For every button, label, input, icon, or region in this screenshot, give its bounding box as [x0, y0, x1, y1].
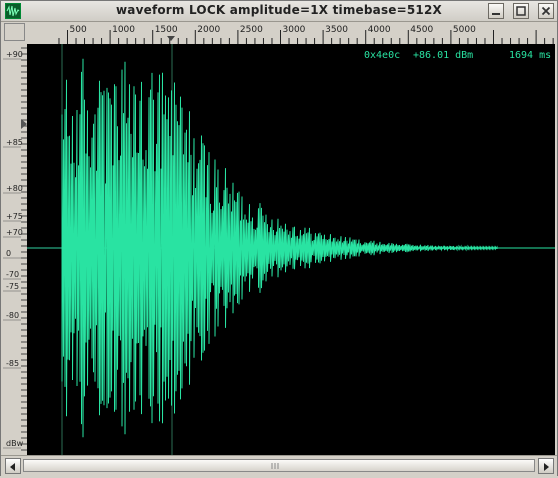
time-ruler-ticks: 500 1000 1500 2000 2500 3000 3500 4000 4500 5000 [58, 25, 554, 44]
arrow-left-icon [10, 463, 15, 471]
horizontal-scrollbar[interactable] [1, 455, 557, 476]
axis-label: -80 [6, 311, 19, 320]
ruler-label: 4500 [410, 25, 433, 35]
maximize-icon [516, 6, 526, 16]
ruler-label: 4000 [368, 25, 391, 35]
arrow-right-icon [544, 463, 549, 471]
axis-label: +75 [6, 212, 23, 221]
close-button[interactable] [538, 3, 554, 19]
waveform-trace [27, 44, 555, 455]
window-title: waveform LOCK amplitude=1X timebase=512X [116, 3, 442, 17]
ruler-label: 1500 [155, 25, 178, 35]
waveform-display[interactable]: 0x4e0c +86.01 dBm 1694 ms [27, 44, 555, 455]
minimize-icon [492, 13, 500, 15]
close-icon [541, 6, 551, 16]
ruler-label: 3500 [325, 25, 348, 35]
ruler-label: 1000 [112, 25, 135, 35]
scrollbar-thumb[interactable] [23, 459, 535, 472]
ruler-label: 5000 [453, 25, 476, 35]
scroll-right-button[interactable] [538, 458, 554, 474]
ruler-label: 3000 [283, 25, 306, 35]
ruler-label: 2500 [240, 25, 263, 35]
waveform-window: waveform LOCK amplitude=1X timebase=512X… [0, 0, 558, 476]
time-ruler[interactable]: 500 1000 1500 2000 2500 3000 3500 4000 4500 5000 [27, 22, 555, 45]
thumb-grip-icon [271, 463, 279, 469]
amplitude-axis-scale: +90 +85 +80 +75 +70 0 -70 -75 -80 -85 dBw [3, 47, 27, 451]
playhead-marker-icon[interactable] [167, 36, 175, 41]
readout-level: +86.01 dBm [413, 50, 474, 61]
axis-label: -75 [6, 282, 19, 291]
amplitude-axis: +90 +85 +80 +75 +70 0 -70 -75 -80 -85 dBw [1, 44, 27, 455]
axis-label: +85 [6, 138, 23, 147]
ruler-label: 500 [70, 25, 87, 35]
maximize-button[interactable] [513, 3, 529, 19]
ruler-label: 2000 [197, 25, 220, 35]
axis-label: dBw [6, 439, 24, 448]
readout-address: 0x4e0c [364, 50, 401, 61]
axis-label: 0 [6, 249, 11, 258]
axis-label: -70 [6, 270, 19, 279]
ruler-corner-button[interactable] [4, 23, 25, 41]
axis-label: +70 [6, 228, 23, 237]
axis-label: +90 [6, 50, 23, 59]
title-bar[interactable]: waveform LOCK amplitude=1X timebase=512X [1, 1, 557, 22]
waveform-path [61, 58, 555, 438]
axis-label: +80 [6, 184, 23, 193]
scroll-left-button[interactable] [5, 458, 21, 474]
axis-label: -85 [6, 359, 19, 368]
minimize-button[interactable] [488, 3, 504, 19]
readout-time: 1694 ms [509, 50, 552, 61]
